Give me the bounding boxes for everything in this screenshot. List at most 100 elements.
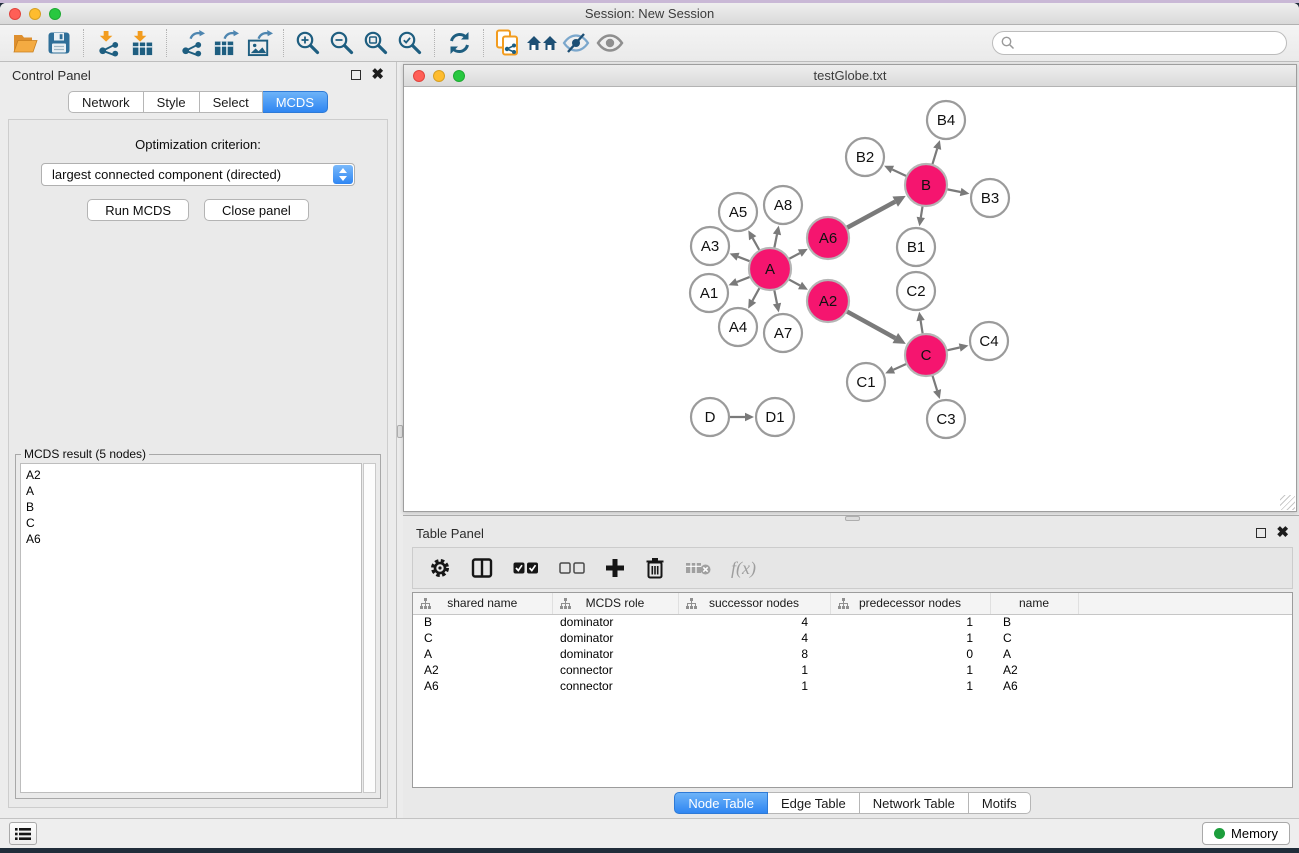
table-cell[interactable]: C [990,630,1078,646]
table-cell[interactable]: 1 [678,662,830,678]
close-panel-icon[interactable]: ✖ [371,70,384,80]
delete-table-button[interactable] [685,560,711,576]
network-canvas[interactable]: B4 B2 B B3 A5A8A6 B1 A3 A A1 C2 A2 A4A7 C4 C C1 C3 D D1 [404,87,1296,511]
table-cell[interactable]: 1 [678,678,830,694]
zoom-selected-button[interactable] [393,27,427,59]
mcds-result-item[interactable]: A [26,483,361,499]
mcds-result-item[interactable]: C [26,515,361,531]
graph-node-C4[interactable]: C4 [970,322,1008,360]
table-cell[interactable]: dominator [552,646,678,662]
graph-node-A3[interactable]: A3 [691,227,729,265]
export-image-button[interactable] [242,27,276,59]
clone-network-button[interactable] [491,27,525,59]
graph-node-A2[interactable]: A2 [807,280,849,322]
export-table-button[interactable] [208,27,242,59]
export-network-button[interactable] [174,27,208,59]
close-panel-button[interactable]: Close panel [204,199,309,221]
window-resize-grip[interactable] [1280,495,1295,510]
import-network-button[interactable] [91,27,125,59]
tab-select[interactable]: Select [200,91,263,113]
import-table-button[interactable] [125,27,159,59]
graph-node-D1[interactable]: D1 [756,398,794,436]
houses-button[interactable] [525,27,559,59]
column-header-shared-name[interactable]: shared name [413,593,552,614]
save-session-button[interactable] [42,27,76,59]
mcds-result-item[interactable]: B [26,499,361,515]
graph-node-C[interactable]: C [905,334,947,376]
column-header-MCDS-role[interactable]: MCDS role [552,593,678,614]
panel-splitter-horizontal[interactable] [403,515,1299,521]
table-cell[interactable]: B [413,614,552,630]
tab-network-table[interactable]: Network Table [860,792,969,814]
add-column-button[interactable] [605,558,625,578]
table-cell[interactable]: 1 [830,678,990,694]
tab-style[interactable]: Style [144,91,200,113]
graph-node-A8[interactable]: A8 [764,186,802,224]
table-cell[interactable]: A6 [990,678,1078,694]
open-session-button[interactable] [8,27,42,59]
graph-node-B4[interactable]: B4 [927,101,965,139]
table-cell[interactable]: C [413,630,552,646]
table-cell[interactable]: 4 [678,614,830,630]
graph-node-B2[interactable]: B2 [846,138,884,176]
graph-node-A7[interactable]: A7 [764,314,802,352]
graph-node-B3[interactable]: B3 [971,179,1009,217]
show-columns-button[interactable] [471,557,493,579]
graph-node-B1[interactable]: B1 [897,228,935,266]
float-panel-icon[interactable] [351,70,361,80]
select-all-button[interactable] [513,562,539,575]
zoom-in-button[interactable] [291,27,325,59]
splitter-grip[interactable] [845,516,860,521]
tab-mcds[interactable]: MCDS [263,91,328,113]
tab-motifs[interactable]: Motifs [969,792,1031,814]
table-cell[interactable]: connector [552,662,678,678]
table-cell[interactable]: 4 [678,630,830,646]
mcds-result-item[interactable]: A2 [26,467,361,483]
minimize-window-button[interactable] [29,8,41,20]
table-cell[interactable]: 1 [830,630,990,646]
column-header-name[interactable]: name [990,593,1078,614]
graph-node-C2[interactable]: C2 [897,272,935,310]
network-maximize-button[interactable] [453,70,465,82]
table-cell[interactable]: dominator [552,614,678,630]
zoom-out-button[interactable] [325,27,359,59]
table-cell[interactable]: 1 [830,662,990,678]
column-header-successor-nodes[interactable]: successor nodes [678,593,830,614]
network-minimize-button[interactable] [433,70,445,82]
graph-node-D[interactable]: D [691,398,729,436]
graph-node-C3[interactable]: C3 [927,400,965,438]
close-window-button[interactable] [9,8,21,20]
hide-selected-button[interactable] [559,27,593,59]
table-cell[interactable]: 8 [678,646,830,662]
show-all-button[interactable] [593,27,627,59]
maximize-window-button[interactable] [49,8,61,20]
table-cell[interactable]: A [413,646,552,662]
panel-splitter-vertical[interactable] [396,62,403,818]
graph-node-A5[interactable]: A5 [719,193,757,231]
table-settings-button[interactable] [429,557,451,579]
graph-node-A4[interactable]: A4 [719,308,757,346]
search-input[interactable] [992,31,1287,55]
network-close-button[interactable] [413,70,425,82]
float-panel-icon[interactable] [1256,528,1266,538]
tab-edge-table[interactable]: Edge Table [768,792,860,814]
graph-node-A[interactable]: A [749,248,791,290]
tab-network[interactable]: Network [68,91,144,113]
criterion-select[interactable]: largest connected component (directed) [41,163,355,186]
graph-node-C1[interactable]: C1 [847,363,885,401]
delete-column-button[interactable] [645,557,665,579]
zoom-fit-button[interactable] [359,27,393,59]
apply-function-button[interactable]: f(x) [731,558,756,579]
table-cell[interactable]: 0 [830,646,990,662]
result-list-scrollbar[interactable] [363,463,376,793]
graph-node-A1[interactable]: A1 [690,274,728,312]
refresh-button[interactable] [442,27,476,59]
graph-node-B[interactable]: B [905,164,947,206]
table-cell[interactable]: A2 [990,662,1078,678]
table-cell[interactable]: A [990,646,1078,662]
memory-button[interactable]: Memory [1202,822,1290,845]
table-cell[interactable]: connector [552,678,678,694]
graph-node-A6[interactable]: A6 [807,217,849,259]
table-cell[interactable]: 1 [830,614,990,630]
task-history-button[interactable] [9,822,37,845]
